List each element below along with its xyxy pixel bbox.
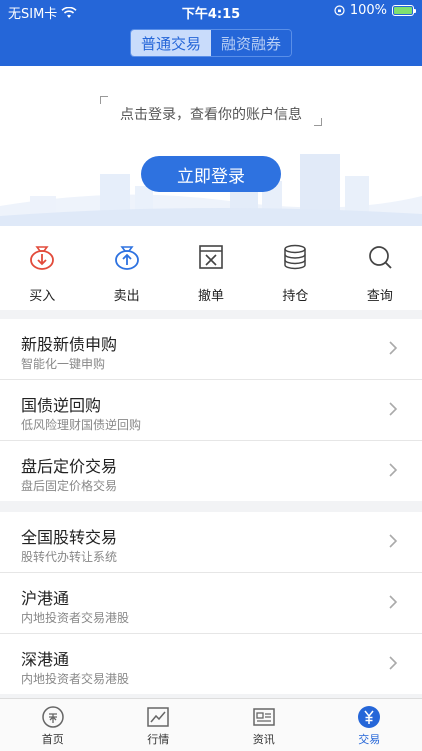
menu-item-title: 深港通 [21,646,69,670]
chevron-right-icon [386,402,400,416]
home-coupon-icon [41,705,65,729]
menu-item-subtitle: 内地投资者交易港股 [21,670,129,687]
sell-bag-icon [112,242,142,272]
menu-item-subtitle: 盘后固定价格交易 [21,477,117,494]
battery-icon [392,5,414,16]
quick-action-query[interactable]: 查询 [338,226,422,310]
login-panel: 点击登录，查看你的账户信息 立即登录 [0,66,422,226]
menu-item-title: 沪港通 [21,585,69,609]
news-icon [252,705,276,729]
coin-stack-icon [280,242,310,272]
menu-item-after-hours-trading[interactable]: 盘后定价交易 盘后固定价格交易 [0,441,422,501]
quick-action-cancel-order[interactable]: 撤单 [169,226,253,310]
menu-item-title: 盘后定价交易 [21,453,117,477]
menu-item-subtitle: 股转代办转让系统 [21,548,117,565]
tab-label: 资讯 [253,731,275,747]
tab-margin-trade[interactable]: 融资融券 [211,30,291,56]
chevron-right-icon [386,595,400,609]
menu-item-reverse-repo[interactable]: 国债逆回购 低风险理财国债逆回购 [0,380,422,441]
bottom-tab-bar: 首页 行情 资讯 交易 [0,698,422,751]
tab-label: 交易 [358,731,380,747]
menu-item-ipo-subscription[interactable]: 新股新债申购 智能化一键申购 [0,319,422,380]
quick-action-sell[interactable]: 卖出 [84,226,168,310]
quick-action-label: 查询 [367,285,393,304]
tab-trade[interactable]: 交易 [317,699,422,751]
yuan-icon [357,705,381,729]
trade-type-segment: 普通交易 融资融券 [130,29,292,57]
quick-action-label: 撤单 [198,285,224,304]
search-icon [365,242,395,272]
chevron-right-icon [386,656,400,670]
quick-action-buy[interactable]: 买入 [0,226,84,310]
buy-bag-icon [27,242,57,272]
menu-group-primary: 新股新债申购 智能化一键申购 国债逆回购 低风险理财国债逆回购 盘后定价交易 盘… [0,319,422,501]
orientation-lock-icon [334,5,345,16]
login-hint: 点击登录，查看你的账户信息 [0,104,422,124]
menu-item-shenzhen-hk-connect[interactable]: 深港通 内地投资者交易港股 [0,634,422,694]
menu-item-shanghai-hk-connect[interactable]: 沪港通 内地投资者交易港股 [0,573,422,634]
chevron-right-icon [386,341,400,355]
menu-item-neeq-trading[interactable]: 全国股转交易 股转代办转让系统 [0,512,422,573]
cancel-order-icon [196,242,226,272]
tab-home[interactable]: 首页 [0,699,106,751]
menu-item-subtitle: 低风险理财国债逆回购 [21,416,141,433]
chevron-right-icon [386,463,400,477]
menu-item-title: 新股新债申购 [21,331,117,355]
quick-actions: 买入 卖出 撤单 持仓 查询 [0,226,422,310]
menu-group-secondary: 全国股转交易 股转代办转让系统 沪港通 内地投资者交易港股 深港通 内地投资者交… [0,512,422,694]
menu-item-subtitle: 内地投资者交易港股 [21,609,129,626]
menu-item-subtitle: 智能化一键申购 [21,355,105,372]
quick-action-label: 买入 [29,285,55,304]
menu-item-title: 全国股转交易 [21,524,117,548]
tab-label: 行情 [147,731,169,747]
chevron-right-icon [386,534,400,548]
quick-action-holdings[interactable]: 持仓 [253,226,337,310]
header: 无SIM卡 下午4:15 100% 普通交易 融资融券 [0,0,422,66]
tab-normal-trade[interactable]: 普通交易 [131,30,211,56]
quick-action-label: 持仓 [282,285,308,304]
tab-market[interactable]: 行情 [106,699,212,751]
tab-news[interactable]: 资讯 [211,699,317,751]
menu-item-title: 国债逆回购 [21,392,101,416]
market-chart-icon [146,705,170,729]
tab-label: 首页 [42,731,64,747]
login-button[interactable]: 立即登录 [141,156,281,192]
status-bar: 无SIM卡 下午4:15 100% [0,0,422,22]
quick-action-label: 卖出 [114,285,140,304]
battery-percent: 100% [350,3,387,18]
